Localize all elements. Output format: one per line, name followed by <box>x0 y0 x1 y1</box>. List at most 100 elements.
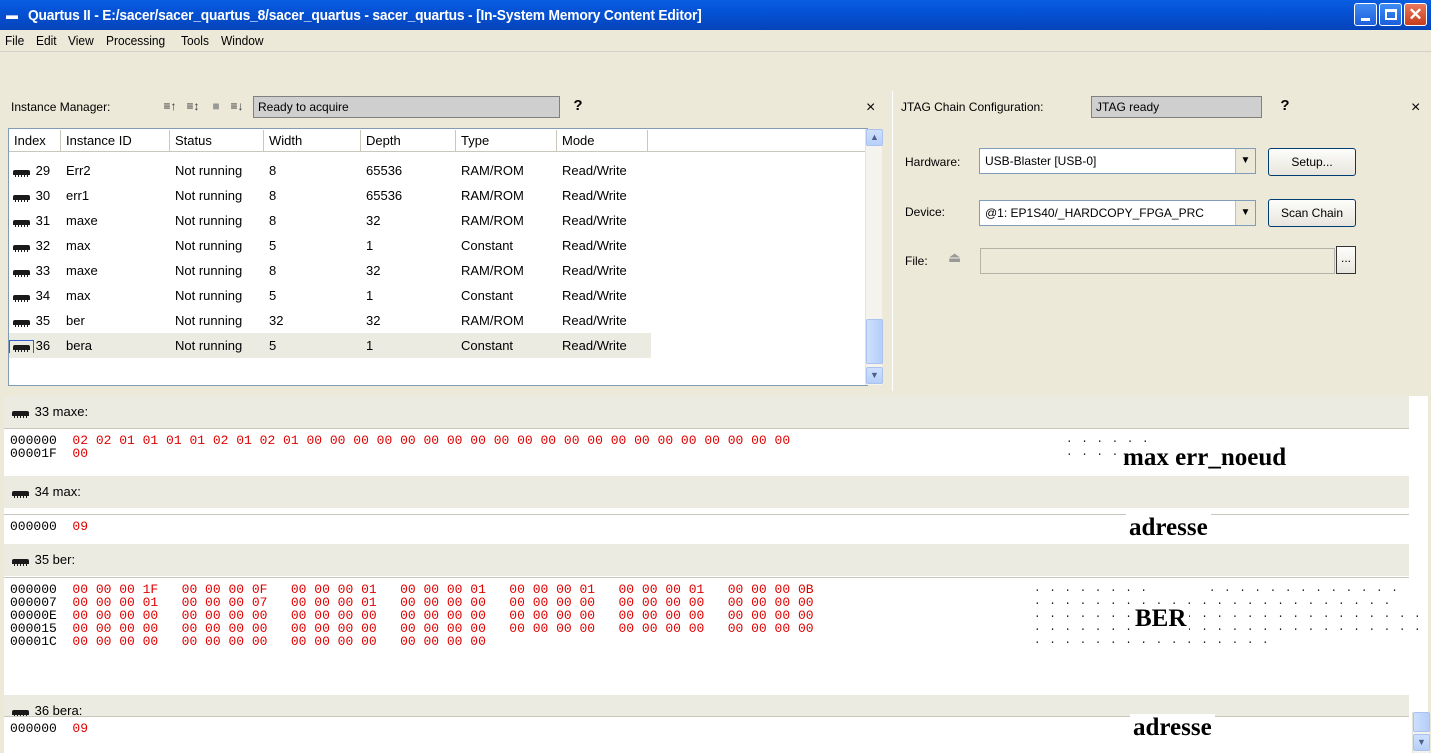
menu-processing[interactable]: Processing <box>106 33 165 48</box>
row-type: RAM/ROM <box>461 188 524 203</box>
device-value: @1: EP1S40/_HARDCOPY_FPGA_PRC <box>985 206 1204 220</box>
row-index: 30 <box>32 188 51 203</box>
col-width[interactable]: Width <box>264 130 361 151</box>
memory-instance-icon <box>11 167 32 177</box>
quartus-app-icon: ▬ <box>6 8 18 22</box>
annotation-label: max err_noeud <box>1120 444 1290 472</box>
memory-line: 000000 09 <box>10 520 88 533</box>
table-row[interactable]: 31 maxe Not running 8 32 RAM/ROM Read/Write <box>9 208 867 233</box>
memory-scroll-thumb[interactable] <box>1413 712 1430 732</box>
memory-section-header[interactable]: 34 max: <box>4 476 1409 508</box>
jtag-chain-panel <box>892 91 1427 391</box>
memory-section-header[interactable]: 33 maxe: <box>4 396 1409 428</box>
memory-section-title: 35 ber: <box>31 552 76 567</box>
row-type: RAM/ROM <box>461 263 524 278</box>
row-status: Not running <box>175 338 243 353</box>
hardware-select[interactable]: USB-Blaster [USB-0] ▼ <box>979 148 1256 174</box>
scroll-thumb[interactable] <box>866 319 883 364</box>
memory-line: 000000 02 02 01 01 01 01 02 01 02 01 00 … <box>10 434 790 447</box>
row-type: RAM/ROM <box>461 213 524 228</box>
instance-help-icon[interactable]: ? <box>569 96 587 116</box>
setup-button[interactable]: Setup... <box>1268 148 1356 176</box>
scan-chain-button[interactable]: Scan Chain <box>1268 199 1356 227</box>
memory-hex-values[interactable]: 02 02 01 01 01 01 02 01 02 01 00 00 00 0… <box>72 433 790 448</box>
col-index[interactable]: Index <box>9 130 61 151</box>
instance-manager-label: Instance Manager: <box>11 100 111 114</box>
jtag-status-field: JTAG ready <box>1091 96 1262 118</box>
memory-hex-values[interactable]: 00 00 00 00 00 00 00 00 00 00 00 00 00 0… <box>72 634 485 649</box>
table-row[interactable]: 32 max Not running 5 1 Constant Read/Write <box>9 233 867 258</box>
scroll-up-icon[interactable]: ▲ <box>866 129 883 146</box>
memory-instance-icon <box>9 339 34 353</box>
memory-ascii-view: . . . . . . . . . . . . . . . . <box>1034 635 1270 647</box>
memory-address: 000000 <box>10 721 73 736</box>
maximize-button[interactable] <box>1379 3 1402 26</box>
stop-icon[interactable]: ■ <box>209 99 223 115</box>
device-label: Device: <box>905 205 946 219</box>
program-device-icon[interactable]: ⏏ <box>948 249 961 266</box>
col-depth[interactable]: Depth <box>361 130 456 151</box>
scroll-down-icon[interactable]: ▼ <box>1413 734 1430 751</box>
memory-section-header[interactable]: 35 ber: <box>4 544 1409 576</box>
write-data-icon[interactable]: ≡↕ <box>186 99 200 115</box>
table-row[interactable]: 36 bera Not running 5 1 Constant Read/Write <box>9 333 651 358</box>
hardware-value: USB-Blaster [USB-0] <box>985 154 1097 168</box>
memory-line: 00001F 00 <box>10 447 88 460</box>
memory-instance-icon <box>11 242 32 252</box>
table-row[interactable]: 30 err1 Not running 8 65536 RAM/ROM Read/Write <box>9 183 867 208</box>
dropdown-arrow-icon[interactable]: ▼ <box>1235 201 1255 225</box>
memory-instance-icon <box>11 192 32 202</box>
read-data-icon[interactable]: ≡↑ <box>163 99 177 115</box>
menu-tools[interactable]: Tools <box>181 33 209 48</box>
jtag-help-icon[interactable]: ? <box>1276 96 1294 116</box>
file-field[interactable] <box>980 248 1335 274</box>
menu-bar: File Edit View Processing Tools Window <box>0 30 1431 52</box>
row-depth: 65536 <box>366 188 403 203</box>
col-type[interactable]: Type <box>456 130 557 151</box>
memory-scrollbar[interactable]: ▼ <box>1412 712 1430 753</box>
dropdown-arrow-icon[interactable]: ▼ <box>1235 149 1255 173</box>
row-mode: Read/Write <box>562 213 627 228</box>
instance-table-scrollbar[interactable]: ▲ ▼ <box>865 129 883 385</box>
memory-line: 000000 09 <box>10 722 88 735</box>
title-bar[interactable]: ▬ Quartus II - E:/sacer/sacer_quartus_8/… <box>0 0 1431 30</box>
menu-window[interactable]: Window <box>221 33 264 48</box>
row-mode: Read/Write <box>562 313 627 328</box>
row-status: Not running <box>175 238 243 253</box>
menu-view[interactable]: View <box>68 33 94 48</box>
row-id: maxe <box>66 263 98 278</box>
row-depth: 65536 <box>366 163 403 178</box>
minimize-button[interactable] <box>1354 3 1377 26</box>
col-mode[interactable]: Mode <box>557 130 648 151</box>
memory-ascii-view: . . . . . . . . . . . . . . . . . . . . … <box>1034 583 1399 595</box>
memory-instance-icon <box>11 267 32 277</box>
table-row[interactable]: 35 ber Not running 32 32 RAM/ROM Read/Write <box>9 308 867 333</box>
row-id: max <box>66 288 91 303</box>
table-row[interactable]: 34 max Not running 5 1 Constant Read/Write <box>9 283 867 308</box>
device-select[interactable]: @1: EP1S40/_HARDCOPY_FPGA_PRC ▼ <box>979 200 1256 226</box>
row-index: 31 <box>32 213 51 228</box>
close-window-button[interactable]: ✕ <box>1404 3 1427 26</box>
row-width: 8 <box>269 213 277 228</box>
instance-panel-close-icon[interactable]: × <box>866 99 875 117</box>
menu-edit[interactable]: Edit <box>36 33 57 48</box>
memory-hex-values[interactable]: 09 <box>72 721 88 736</box>
scroll-down-icon[interactable]: ▼ <box>866 367 883 384</box>
col-instance-id[interactable]: Instance ID <box>61 130 170 151</box>
memory-hex-values[interactable]: 09 <box>72 519 88 534</box>
memory-instance-icon <box>11 217 32 227</box>
table-row[interactable]: 33 maxe Not running 8 32 RAM/ROM Read/Write <box>9 258 867 283</box>
browse-button[interactable]: ... <box>1336 246 1356 274</box>
memory-data-area[interactable]: 000000 00 00 00 1F 00 00 00 0F 00 00 00 … <box>4 577 1431 695</box>
memory-hex-values[interactable]: 00 <box>72 446 88 461</box>
row-type: RAM/ROM <box>461 163 524 178</box>
minimize-icon <box>1361 18 1370 21</box>
jtag-panel-close-icon[interactable]: × <box>1411 99 1420 117</box>
col-status[interactable]: Status <box>170 130 264 151</box>
menu-file[interactable]: File <box>5 33 24 48</box>
annotation-label: adresse <box>1130 714 1215 742</box>
table-row[interactable]: 29 Err2 Not running 8 65536 RAM/ROM Read/Write <box>9 158 867 183</box>
row-status: Not running <box>175 288 243 303</box>
export-data-icon[interactable]: ≡↓ <box>230 99 244 115</box>
memory-instance-icon <box>11 317 32 327</box>
